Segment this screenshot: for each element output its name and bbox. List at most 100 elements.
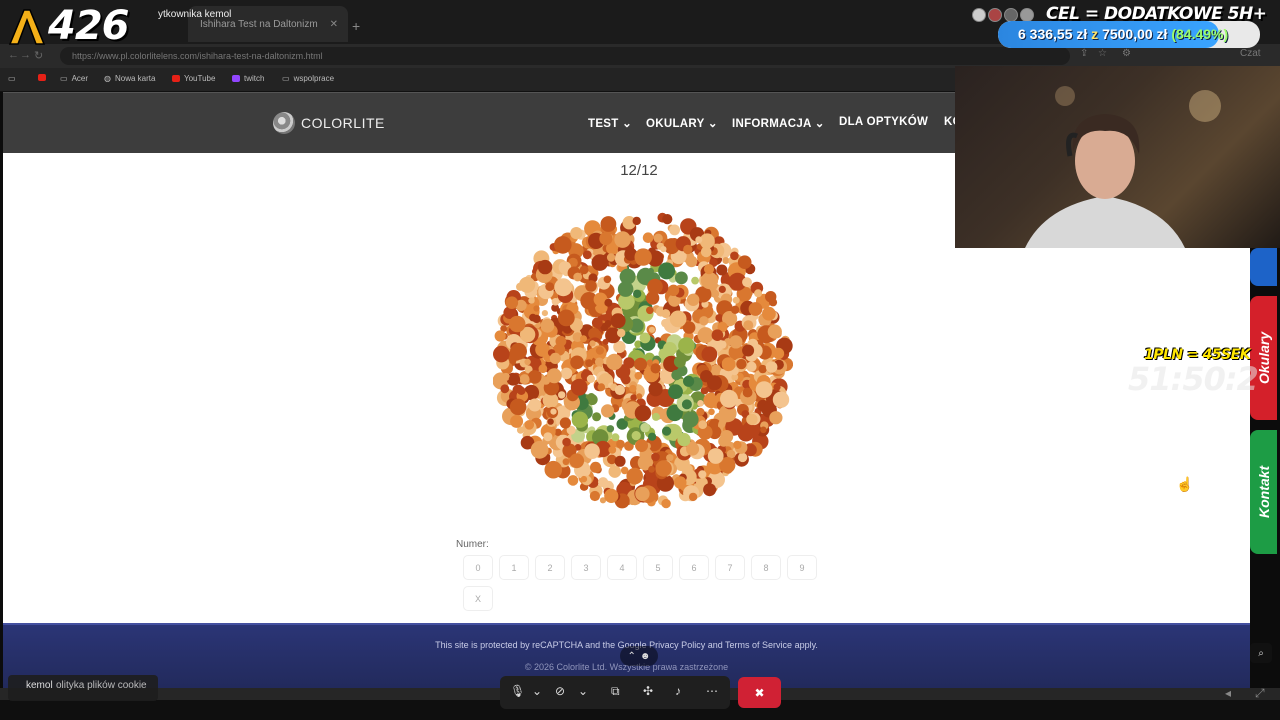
plate-dot xyxy=(597,383,606,391)
plate-dot xyxy=(634,248,652,266)
plate-dot xyxy=(636,393,643,400)
plate-dot xyxy=(544,460,563,479)
plate-dot xyxy=(585,280,597,292)
plate-dot xyxy=(668,384,683,400)
bookmark-star-icon[interactable]: ☆ xyxy=(1098,48,1107,59)
chat-label[interactable]: Czat xyxy=(1240,48,1261,59)
screen-share-icon[interactable]: ⧉ xyxy=(611,684,620,699)
expand-controls-button[interactable]: ⌃ ☻ xyxy=(620,646,658,666)
volume-icon[interactable]: ◂ xyxy=(1225,686,1231,700)
plate-dot xyxy=(662,214,673,225)
plate-dot xyxy=(742,387,753,398)
plate-dot xyxy=(695,236,703,244)
plate-dot xyxy=(710,289,720,298)
number-button-0[interactable]: 0 xyxy=(463,555,493,580)
plate-dot xyxy=(580,335,587,343)
reload-icon[interactable]: ↻ xyxy=(34,49,43,62)
extensions-icon[interactable]: ⚙ xyxy=(1122,48,1131,59)
plate-dot xyxy=(746,361,757,372)
plate-dot xyxy=(632,216,641,226)
plate-dot xyxy=(604,320,612,327)
chevron-down-icon[interactable]: ⌄ xyxy=(578,684,588,698)
plate-dot xyxy=(737,255,752,269)
plate-dot xyxy=(535,342,550,357)
plate-dot xyxy=(528,297,535,304)
activities-icon[interactable]: ✣ xyxy=(643,684,653,698)
number-button-6[interactable]: 6 xyxy=(679,555,709,580)
back-icon[interactable]: ← xyxy=(8,49,19,61)
number-button-2[interactable]: 2 xyxy=(535,555,565,580)
plate-dot xyxy=(661,498,671,509)
fullscreen-icon[interactable]: ⤢ xyxy=(1255,686,1265,701)
number-button-1[interactable]: 1 xyxy=(499,555,529,580)
plate-dot xyxy=(688,492,698,502)
bookmark-twitch[interactable]: twitch xyxy=(232,74,264,83)
number-button-3[interactable]: 3 xyxy=(571,555,601,580)
menu-informacja[interactable]: INFORMACJA ⌄ xyxy=(732,116,825,130)
forward-icon[interactable]: → xyxy=(20,49,31,61)
apps-icon[interactable]: ▭ xyxy=(8,74,16,83)
plate-dot xyxy=(614,384,625,396)
plate-dot xyxy=(634,405,652,422)
side-tab-kontakt-label: Kontakt xyxy=(1256,465,1272,519)
microphone-icon[interactable]: 🎙 xyxy=(510,684,525,698)
plate-dot xyxy=(631,431,641,441)
plate-dot xyxy=(608,465,622,478)
plate-dot xyxy=(500,384,510,394)
number-button-4[interactable]: 4 xyxy=(607,555,637,580)
plate-dot xyxy=(736,358,747,370)
plate-dot xyxy=(711,364,721,374)
number-button-7[interactable]: 7 xyxy=(715,555,745,580)
number-button-9[interactable]: 9 xyxy=(787,555,817,580)
bookmark-youtube[interactable]: YouTube xyxy=(172,74,215,83)
url-field[interactable]: https://www.pl.colorlitelens.com/ishihar… xyxy=(60,47,1070,65)
youtube-icon xyxy=(172,75,180,82)
webcam-feed xyxy=(955,66,1280,248)
plate-dot xyxy=(707,448,724,464)
camera-off-icon[interactable]: ⊘ xyxy=(555,684,565,698)
plate-dot xyxy=(655,460,672,477)
plate-dot xyxy=(711,329,724,341)
bookmark-nowa-karta[interactable]: ◍ Nowa karta xyxy=(104,74,155,83)
menu-dla-optykow[interactable]: DLA OPTYKÓW xyxy=(839,116,928,128)
bookmark-acer[interactable]: ▭ Acer xyxy=(60,74,88,83)
site-logo[interactable]: COLORLITE xyxy=(273,112,385,134)
plate-dot xyxy=(699,316,709,326)
chevron-down-icon[interactable]: ⌄ xyxy=(532,684,542,698)
plate-dot xyxy=(527,370,542,384)
share-icon[interactable]: ⇪ xyxy=(1080,48,1088,59)
plate-dot xyxy=(614,231,631,248)
plate-dot xyxy=(648,432,657,441)
close-tab-icon[interactable]: ✕ xyxy=(330,19,338,30)
plate-dot xyxy=(589,340,596,347)
plate-dot xyxy=(586,374,595,383)
plate-dot xyxy=(587,393,596,401)
plate-dot xyxy=(610,313,626,329)
plate-dot xyxy=(617,281,634,297)
leave-call-button[interactable]: ✖ xyxy=(738,677,781,708)
more-icon[interactable]: ⋯ xyxy=(706,684,718,698)
side-tab-blue[interactable] xyxy=(1250,248,1277,286)
plate-dot xyxy=(606,253,616,262)
number-button-5[interactable]: 5 xyxy=(643,555,673,580)
plate-dot xyxy=(729,335,743,349)
plate-dot xyxy=(541,310,548,317)
youtube-icon[interactable] xyxy=(38,74,46,81)
plate-dot xyxy=(602,338,609,345)
number-button-x[interactable]: X xyxy=(463,586,493,611)
screen: Ishihara Test na Daltonizm ✕ + ← → ↻ htt… xyxy=(0,0,1280,720)
donation-goal-title: CEL = DODATKOWE 5H+ xyxy=(1046,4,1267,24)
bookmark-wspolprace[interactable]: ▭ wspolprace xyxy=(282,74,334,83)
site-header: COLORLITE TEST ⌄ OKULARY ⌄ INFORMACJA ⌄ … xyxy=(3,92,962,153)
number-button-8[interactable]: 8 xyxy=(751,555,781,580)
plate-dot xyxy=(569,453,585,469)
plate-dot xyxy=(635,439,648,452)
zoom-icon[interactable]: ⌕ xyxy=(1250,643,1272,663)
soundboard-icon[interactable]: ♪ xyxy=(675,684,681,698)
plate-dot xyxy=(570,378,588,396)
menu-test[interactable]: TEST ⌄ xyxy=(588,116,632,130)
plate-dot xyxy=(533,361,541,368)
menu-okulary[interactable]: OKULARY ⌄ xyxy=(646,116,718,130)
plate-dot xyxy=(541,376,551,385)
new-tab-icon[interactable]: + xyxy=(352,18,360,34)
